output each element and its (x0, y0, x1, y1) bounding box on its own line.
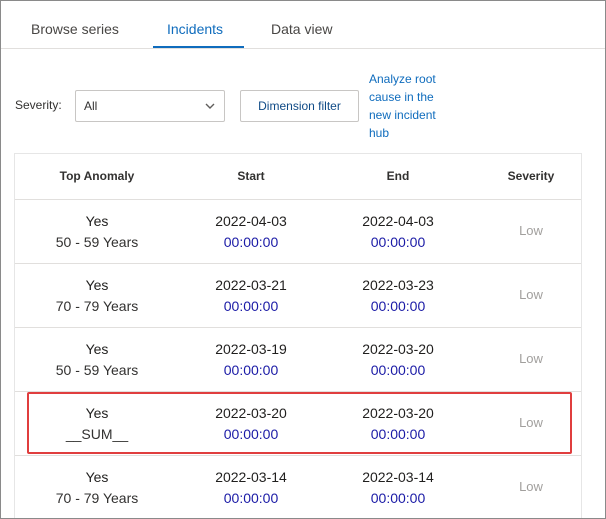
severity-value: Low (519, 415, 543, 430)
header-start[interactable]: Start (195, 169, 307, 183)
table-row[interactable]: Yes 50 - 59 Years 2022-04-03 00:00:00 20… (15, 200, 581, 264)
tab-incidents[interactable]: Incidents (167, 21, 223, 49)
severity-selected-value: All (84, 99, 98, 113)
dimension-group: 50 - 59 Years (55, 234, 139, 250)
active-tab-indicator (153, 46, 244, 48)
end-time: 00:00:00 (370, 362, 426, 378)
tab-browse-series[interactable]: Browse series (31, 21, 119, 49)
start-time: 00:00:00 (223, 362, 279, 378)
anomaly-flag: Yes (85, 405, 109, 421)
start-time: 00:00:00 (223, 298, 279, 314)
start-time: 00:00:00 (223, 234, 279, 250)
dimension-group: __SUM__ (65, 426, 129, 442)
start-date: 2022-03-14 (215, 469, 287, 485)
start-date: 2022-04-03 (215, 213, 287, 229)
start-date: 2022-03-21 (215, 277, 287, 293)
anomaly-flag: Yes (85, 341, 109, 357)
end-time: 00:00:00 (370, 426, 426, 442)
header-severity[interactable]: Severity (479, 169, 583, 183)
severity-label: Severity: (15, 98, 62, 112)
severity-value: Low (519, 287, 543, 302)
incidents-panel: Browse series Incidents Data view Severi… (0, 0, 606, 519)
end-time: 00:00:00 (370, 234, 426, 250)
table-header: Top Anomaly Start End Severity (15, 154, 581, 200)
table-row[interactable]: Yes 70 - 79 Years 2022-03-21 00:00:00 20… (15, 264, 581, 328)
table-row-selected[interactable]: Yes __SUM__ 2022-03-20 00:00:00 2022-03-… (15, 392, 581, 456)
dimension-group: 50 - 59 Years (55, 362, 139, 378)
analyze-root-cause-link[interactable]: Analyze root cause in the new incident h… (369, 70, 449, 142)
end-date: 2022-03-23 (362, 277, 434, 293)
dimension-group: 70 - 79 Years (55, 490, 139, 506)
severity-value: Low (519, 479, 543, 494)
anomaly-flag: Yes (85, 213, 109, 229)
tab-data-view[interactable]: Data view (271, 21, 332, 49)
start-date: 2022-03-20 (215, 405, 287, 421)
start-time: 00:00:00 (223, 426, 279, 442)
end-time: 00:00:00 (370, 298, 426, 314)
header-top-anomaly[interactable]: Top Anomaly (39, 169, 155, 183)
end-time: 00:00:00 (370, 490, 426, 506)
dimension-group: 70 - 79 Years (55, 298, 139, 314)
end-date: 2022-03-14 (362, 469, 434, 485)
chevron-down-icon (205, 103, 215, 109)
end-date: 2022-03-20 (362, 341, 434, 357)
severity-value: Low (519, 351, 543, 366)
end-date: 2022-03-20 (362, 405, 434, 421)
start-time: 00:00:00 (223, 490, 279, 506)
table-row[interactable]: Yes 70 - 79 Years 2022-03-14 00:00:00 20… (15, 456, 581, 518)
anomaly-flag: Yes (85, 277, 109, 293)
dimension-filter-button[interactable]: Dimension filter (240, 90, 359, 122)
tab-bar: Browse series Incidents Data view (1, 1, 605, 49)
header-end[interactable]: End (342, 169, 454, 183)
incidents-table: Top Anomaly Start End Severity Yes 50 - … (14, 153, 582, 518)
start-date: 2022-03-19 (215, 341, 287, 357)
severity-value: Low (519, 223, 543, 238)
end-date: 2022-04-03 (362, 213, 434, 229)
severity-dropdown[interactable]: All (75, 90, 225, 122)
table-row[interactable]: Yes 50 - 59 Years 2022-03-19 00:00:00 20… (15, 328, 581, 392)
anomaly-flag: Yes (85, 469, 109, 485)
